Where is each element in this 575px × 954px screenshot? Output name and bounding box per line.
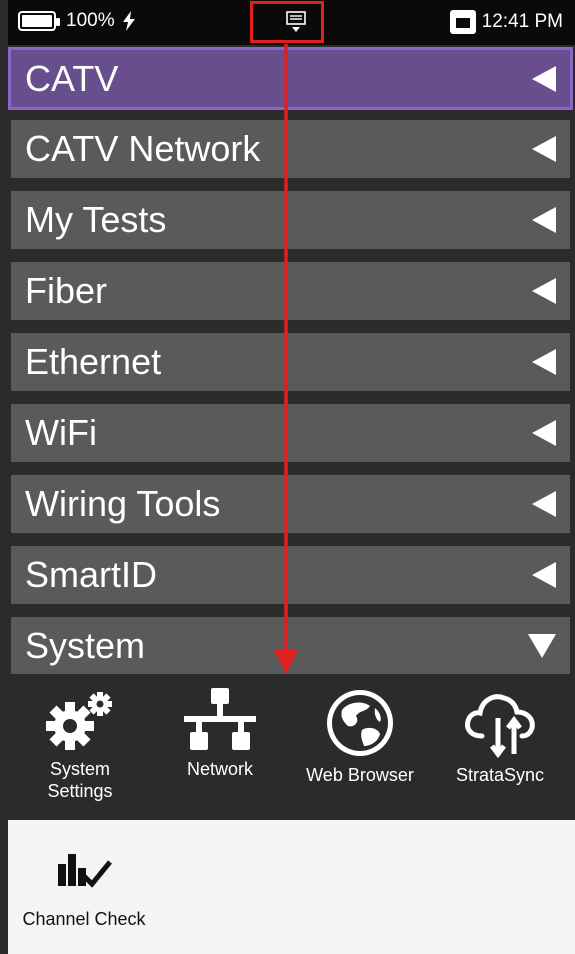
- app-network[interactable]: Network: [156, 688, 284, 780]
- globe-icon: [327, 690, 393, 756]
- menu-item-label: WiFi: [25, 412, 97, 453]
- device-screen: 100% 12:41 PM CATV CATV Network My Tests: [0, 0, 575, 954]
- cloud-sync-icon: [465, 694, 535, 758]
- annotation-highlight-box: [250, 1, 324, 43]
- collapse-left-icon: [532, 136, 556, 162]
- channel-check-icon: [58, 854, 112, 888]
- menu-item-wifi[interactable]: WiFi: [11, 404, 570, 462]
- collapse-left-icon: [532, 207, 556, 233]
- collapse-left-icon: [532, 278, 556, 304]
- network-icon: [184, 688, 256, 750]
- collapse-left-icon: [532, 562, 556, 588]
- battery-percent: 100%: [66, 10, 115, 31]
- battery-icon: [18, 11, 60, 31]
- app-label: System Settings: [47, 759, 113, 801]
- menu-item-label: Wiring Tools: [25, 483, 221, 524]
- app-label: Web Browser: [306, 765, 414, 785]
- menu-item-label: Ethernet: [25, 341, 162, 382]
- menu-item-my-tests[interactable]: My Tests: [11, 191, 570, 249]
- app-web-browser[interactable]: Web Browser: [296, 688, 424, 786]
- app-label: StrataSync: [455, 765, 545, 785]
- collapse-left-icon: [532, 65, 556, 92]
- menu-item-catv-network[interactable]: CATV Network: [11, 120, 570, 178]
- menu-item-system[interactable]: System: [11, 617, 570, 675]
- collapse-left-icon: [532, 349, 556, 375]
- app-stratasync[interactable]: StrataSync: [436, 688, 564, 786]
- menu-item-ethernet[interactable]: Ethernet: [11, 333, 570, 391]
- menu-item-label: CATV: [25, 57, 119, 99]
- collapse-left-icon: [532, 491, 556, 517]
- app-label: Channel Check: [22, 909, 146, 929]
- system-apps-row: System Settings Network Web Browser Stra…: [8, 674, 575, 820]
- menu-item-fiber[interactable]: Fiber: [11, 262, 570, 320]
- gear-icon: [46, 692, 112, 750]
- menu-item-label: SmartID: [25, 554, 158, 595]
- status-right: 12:41 PM: [449, 10, 563, 34]
- expanded-down-icon: [528, 634, 556, 658]
- ethernet-icon: [449, 10, 476, 34]
- menu-item-catv[interactable]: CATV: [8, 47, 573, 110]
- menu-item-smartid[interactable]: SmartID: [11, 546, 570, 604]
- menu-item-wiring-tools[interactable]: Wiring Tools: [11, 475, 570, 533]
- app-system-settings[interactable]: System Settings: [16, 688, 144, 802]
- menu-item-label: Fiber: [25, 270, 108, 311]
- menu-item-label: My Tests: [25, 199, 167, 240]
- clock: 12:41 PM: [481, 11, 563, 32]
- menu-item-label: System: [25, 625, 146, 666]
- app-channel-check[interactable]: Channel Check: [14, 850, 154, 930]
- menu-item-label: CATV Network: [25, 128, 261, 169]
- status-left: 100%: [18, 10, 137, 32]
- charging-icon: [122, 11, 135, 31]
- collapse-left-icon: [532, 420, 556, 446]
- catv-apps-panel: Channel Check: [8, 820, 575, 954]
- app-label: Network: [186, 759, 253, 779]
